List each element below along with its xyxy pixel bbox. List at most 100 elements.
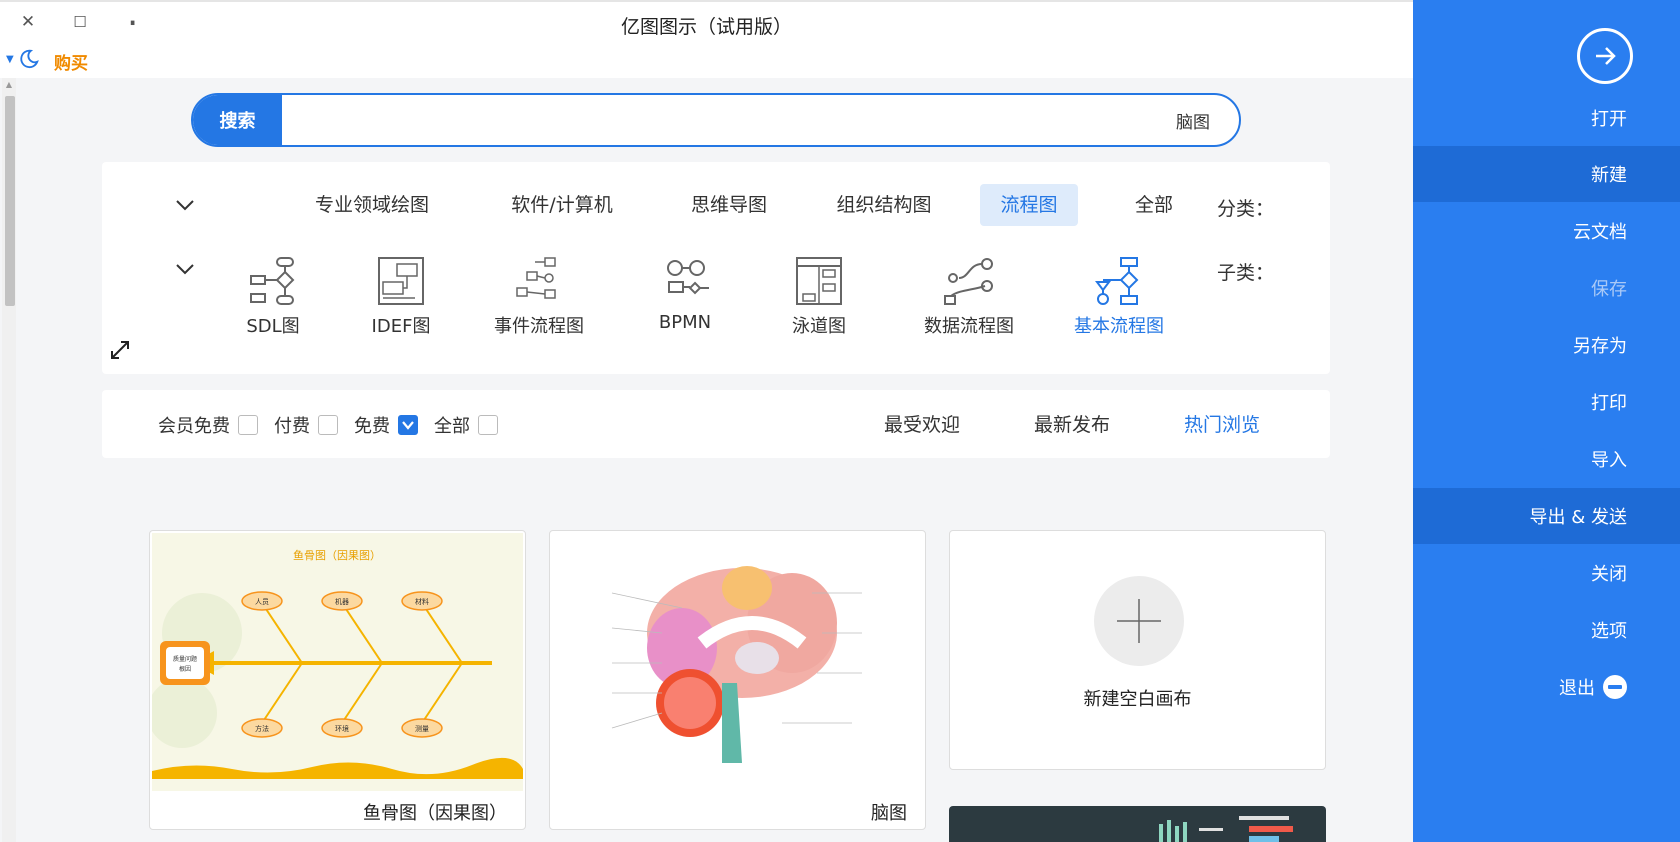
sort-latest[interactable]: 最新发布 [1034,410,1110,437]
caret-down-icon: ▼ [6,53,14,65]
arrow-right-icon [1596,47,1616,65]
category-mind-map[interactable]: 思维导图 [674,184,784,226]
category-panel: 分类： 全部 流程图 组织结构图 思维导图 软件/计算机 专业领域绘图 子类： [102,162,1330,374]
open-back-button[interactable] [1577,28,1633,84]
window-title: 亿图图示（试用版） [0,12,1413,39]
sidebar-item-open[interactable]: 打开 [1413,90,1680,146]
subcategory-label-text: IDEF图 [371,316,431,337]
filter-free[interactable]: 免费 [354,412,418,438]
filter-label: 会员免费 [158,416,230,437]
checkbox[interactable] [478,415,498,435]
sidebar-item-label: 导出 & 发送 [1529,507,1627,528]
fishbone-bubble: 方法 [255,724,269,733]
sidebar-item-label: 保存 [1591,279,1627,300]
sidebar-item-export[interactable]: 导出 & 发送 [1413,488,1680,544]
subcategory-data-flowchart[interactable]: 数据流程图 [904,256,1034,338]
subcategory-label-text: BPMN [658,312,712,333]
file-sidebar: 打开 新建 云文档 保存 另存为 打印 导入 导出 & 发送 关闭 选项 退出 [1413,0,1680,842]
category-org-chart[interactable]: 组织结构图 [824,184,944,226]
subcategory-label-text: 数据流程图 [924,316,1014,337]
subcategory-basic-flowchart[interactable]: 基本流程图 [1054,256,1184,338]
scroll-thumb[interactable] [5,96,15,306]
sidebar-item-cloud[interactable]: 云文档 [1413,203,1680,259]
filter-label: 免费 [354,416,390,437]
template-card-fishbone[interactable]: 鱼骨图（因果图） 质量问题 根因 人员 机器 材料 方法 环境 测量 鱼骨图（因… [149,530,526,830]
moon-icon [20,49,39,69]
fishbone-bubble: 人员 [255,598,269,606]
template-card-brain[interactable]: 脑图 [549,530,926,830]
category-all[interactable]: 全部 [1114,184,1194,226]
subcategory-label-text: 基本流程图 [1074,316,1164,337]
filter-paid[interactable]: 付费 [274,412,338,438]
sort-hot[interactable]: 热门浏览 [1184,410,1260,437]
checkmark-icon [402,421,414,430]
chevron-down-icon[interactable] [174,194,196,216]
checkbox[interactable] [318,415,338,435]
sidebar-item-exit[interactable]: 退出 [1413,659,1680,715]
sidebar-item-options[interactable]: 选项 [1413,602,1680,658]
category-professional[interactable]: 专业领域绘图 [302,184,442,226]
sidebar-item-label: 退出 [1559,678,1595,699]
card-title: 脑图 [871,803,907,824]
search-input[interactable] [282,95,1232,145]
subcategory-sdl[interactable]: SDL图 [208,256,338,338]
subcategory-label-text: 泳道图 [792,316,846,337]
sidebar-item-save[interactable]: 保存 [1413,260,1680,316]
filter-label: 付费 [274,416,310,437]
category-flowchart[interactable]: 流程图 [980,184,1078,226]
plus-icon [1094,576,1184,666]
sidebar-item-close[interactable]: 关闭 [1413,545,1680,601]
scroll-up-arrow-icon[interactable]: ▲ [4,80,14,90]
chevron-down-icon[interactable] [174,258,196,280]
subcategory-label: 子类： [1216,262,1274,284]
fishbone-head-line1: 质量问题 [173,655,197,663]
exit-icon [1603,675,1627,699]
new-blank-canvas-card[interactable]: 新建空白画布 [949,530,1326,770]
window-title-text: 亿图图示（试用版） [620,16,792,38]
event-flowchart-icon [516,257,556,299]
sort-popular[interactable]: 最受欢迎 [884,410,960,437]
sidebar-item-label: 另存为 [1573,336,1627,357]
search-bar: 搜索 [191,93,1241,147]
fishbone-bubble: 机器 [335,597,349,606]
fishbone-title: 鱼骨图（因果图） [293,548,381,562]
subcategory-idef[interactable]: IDEF图 [336,256,466,338]
subcategory-event-flowchart[interactable]: 事件流程图 [474,256,604,338]
subcategory-swimlane[interactable]: 泳道图 [754,256,884,338]
fishbone-bubble: 环境 [335,724,349,733]
filter-all[interactable]: 全部 [434,412,498,438]
buy-link[interactable]: 购买 [54,49,88,74]
sidebar-item-import[interactable]: 导入 [1413,431,1680,487]
sidebar-item-label: 新建 [1591,165,1627,186]
sidebar-item-label: 导入 [1591,450,1627,471]
sidebar-item-label: 选项 [1591,621,1627,642]
sidebar-item-print[interactable]: 打印 [1413,374,1680,430]
data-flowchart-icon [944,258,993,305]
card-title: 鱼骨图（因果图） [363,803,507,824]
card-title: 新建空白画布 [1083,689,1192,710]
checkbox[interactable] [238,415,258,435]
theme-toggle[interactable]: ▼ [6,48,40,70]
subcategory-bpmn[interactable]: BPMN [620,256,750,333]
scrollbar[interactable]: ▲ [2,78,16,842]
fishbone-bubble: 测量 [415,725,429,733]
idef-icon [378,257,424,305]
filter-member-free[interactable]: 会员免费 [158,412,258,438]
menu-row: ▼ 购买 [0,44,1413,78]
sidebar-item-save-as[interactable]: 另存为 [1413,317,1680,373]
template-card-dashboard[interactable] [949,806,1326,842]
sidebar-item-label: 打印 [1591,393,1627,414]
sidebar-item-label: 云文档 [1573,222,1627,243]
expand-icon[interactable] [108,338,132,362]
fishbone-thumbnail: 鱼骨图（因果图） 质量问题 根因 人员 机器 材料 方法 环境 测量 [152,533,523,791]
fishbone-bubble: 材料 [415,597,429,606]
subcategory-label-text: 事件流程图 [494,316,584,337]
category-software[interactable]: 软件/计算机 [492,184,632,226]
sdl-icon [250,257,295,305]
dashboard-thumbnail [1159,816,1293,842]
sidebar-item-new[interactable]: 新建 [1413,146,1680,202]
search-button[interactable]: 搜索 [193,95,282,145]
filter-panel: 热门浏览 最新发布 最受欢迎 全部 免费 付费 会员免费 [102,390,1330,458]
checkbox-checked[interactable] [398,415,418,435]
brain-thumbnail [552,533,923,791]
